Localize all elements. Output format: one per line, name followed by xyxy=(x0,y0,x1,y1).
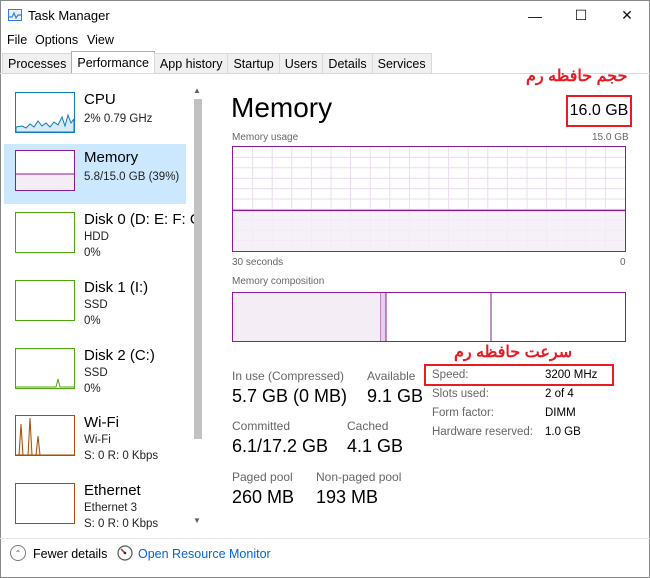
cpu-thumbnail xyxy=(15,92,75,133)
tab-bar: Processes Performance App history Startu… xyxy=(0,51,432,74)
disk-2-thumbnail xyxy=(15,348,75,389)
wifi-thumbnail xyxy=(15,415,75,456)
sidebar-item-subtitle: 2% 0.79 GHz xyxy=(84,113,153,125)
committed-label: Committed xyxy=(232,419,291,433)
scroll-down-icon[interactable]: ▼ xyxy=(193,516,201,525)
resource-monitor-icon xyxy=(117,545,133,561)
available-value: 9.1 GB xyxy=(367,386,424,406)
menu-options[interactable]: Options xyxy=(35,33,78,47)
committed-value: 6.1/17.2 GB xyxy=(232,436,329,456)
form-factor-value: DIMM xyxy=(545,407,576,419)
maximize-button[interactable]: ☐ xyxy=(558,0,604,31)
menu-view[interactable]: View xyxy=(87,33,114,47)
in-use-value: 5.7 GB (0 MB) xyxy=(232,386,348,406)
memory-usage-graph xyxy=(232,146,626,252)
footer-divider xyxy=(0,538,650,539)
maximize-icon: ☐ xyxy=(574,7,588,23)
title-bar[interactable]: Task Manager — ☐ ✕ xyxy=(0,0,650,31)
hardware-reserved-label: Hardware reserved: xyxy=(432,426,533,438)
sidebar-item-throughput: S: 0 R: 0 Kbps xyxy=(84,450,159,462)
total-memory: 16.0 GB xyxy=(566,95,632,127)
disk-1-thumbnail xyxy=(15,280,75,321)
sidebar-item-disk-2[interactable]: Disk 2 (C:) SSD 0% xyxy=(4,342,186,402)
non-paged-pool-value: 193 MB xyxy=(316,487,379,507)
memory-composition-label: Memory composition xyxy=(232,276,325,287)
sidebar-item-title: Wi-Fi xyxy=(84,414,119,431)
slots-used-value: 2 of 4 xyxy=(545,388,574,400)
sidebar-item-title: CPU xyxy=(84,91,116,108)
hardware-reserved-value: 1.0 GB xyxy=(545,426,581,438)
sidebar-item-adapter: Ethernet 3 xyxy=(84,502,138,514)
annotation-total-memory: حجم حافظه رم xyxy=(526,68,628,85)
tab-details[interactable]: Details xyxy=(322,53,373,74)
tab-startup[interactable]: Startup xyxy=(227,53,280,74)
memory-thumbnail xyxy=(15,150,75,191)
minimize-icon: — xyxy=(528,7,542,24)
sidebar-item-memory[interactable]: Memory 5.8/15.0 GB (39%) xyxy=(4,144,186,204)
tab-processes[interactable]: Processes xyxy=(2,53,73,74)
sidebar-item-title: Disk 2 (C:) xyxy=(84,347,155,364)
cached-value: 4.1 GB xyxy=(347,436,404,456)
open-resource-monitor-link[interactable]: Open Resource Monitor xyxy=(138,547,271,561)
memory-usage-label: Memory usage xyxy=(232,132,299,143)
non-paged-pool-label: Non-paged pool xyxy=(316,470,402,484)
speed-value: 3200 MHz xyxy=(545,369,598,381)
page-title: Memory xyxy=(231,92,333,123)
scroll-up-icon[interactable]: ▲ xyxy=(193,86,201,95)
sidebar-item-usage: 0% xyxy=(84,315,101,327)
close-button[interactable]: ✕ xyxy=(604,0,650,31)
form-factor-label: Form factor: xyxy=(432,407,494,419)
sidebar-item-disk-0[interactable]: Disk 0 (D: E: F: G HDD 0% xyxy=(4,206,202,266)
sidebar-item-subtitle: 5.8/15.0 GB (39%) xyxy=(84,171,180,183)
chevron-up-icon[interactable]: ⌃ xyxy=(10,545,26,561)
memory-usage-chart xyxy=(233,147,625,251)
sidebar-item-adapter: Wi-Fi xyxy=(84,434,111,446)
sidebar-item-wifi[interactable]: Wi-Fi Wi-Fi S: 0 R: 0 Kbps xyxy=(4,409,186,469)
sidebar-item-throughput: S: 0 R: 0 Kbps xyxy=(84,518,159,530)
fewer-details-link[interactable]: Fewer details xyxy=(33,547,107,561)
tab-services[interactable]: Services xyxy=(371,53,432,74)
close-icon: ✕ xyxy=(621,7,633,23)
sidebar-item-ethernet[interactable]: Ethernet Ethernet 3 S: 0 R: 0 Kbps xyxy=(4,477,186,537)
annotation-memory-speed: سرعت حافظه رم xyxy=(454,344,573,361)
tab-app-history[interactable]: App history xyxy=(153,53,229,74)
sidebar-item-title: Disk 0 (D: E: F: G xyxy=(84,211,202,228)
memory-usage-max: 15.0 GB xyxy=(592,132,629,143)
sidebar-item-type: SSD xyxy=(84,367,108,379)
paged-pool-value: 260 MB xyxy=(232,487,295,507)
sidebar-scrollbar[interactable]: ▲ ▼ xyxy=(190,84,206,530)
tab-performance[interactable]: Performance xyxy=(71,51,155,74)
tab-users[interactable]: Users xyxy=(278,53,324,74)
available-label: Available xyxy=(367,369,416,383)
time-axis-end: 0 xyxy=(620,257,626,268)
paged-pool-label: Paged pool xyxy=(232,470,293,484)
window-title: Task Manager xyxy=(28,8,110,23)
sidebar-item-title: Disk 1 (I:) xyxy=(84,279,149,296)
menu-file[interactable]: File xyxy=(7,33,27,47)
time-axis-start: 30 seconds xyxy=(232,257,284,268)
task-manager-icon xyxy=(8,9,22,21)
scrollbar-thumb[interactable] xyxy=(194,99,202,439)
sidebar-item-title: Memory xyxy=(84,149,139,166)
sidebar-item-type: SSD xyxy=(84,299,108,311)
in-use-label: In use (Compressed) xyxy=(232,369,345,383)
memory-usage-area xyxy=(233,210,625,251)
slots-used-label: Slots used: xyxy=(432,388,489,400)
sidebar-item-type: HDD xyxy=(84,231,109,243)
sidebar-item-usage: 0% xyxy=(84,247,101,259)
cached-label: Cached xyxy=(347,419,389,433)
memory-composition-bar xyxy=(232,292,626,342)
sidebar-item-disk-1[interactable]: Disk 1 (I:) SSD 0% xyxy=(4,274,186,334)
sidebar-item-title: Ethernet xyxy=(84,482,141,499)
sidebar-item-usage: 0% xyxy=(84,383,101,395)
minimize-button[interactable]: — xyxy=(512,0,558,31)
ethernet-thumbnail xyxy=(15,483,75,524)
sidebar-item-cpu[interactable]: CPU 2% 0.79 GHz xyxy=(4,86,186,146)
disk-0-thumbnail xyxy=(15,212,75,253)
speed-label: Speed: xyxy=(432,369,469,381)
